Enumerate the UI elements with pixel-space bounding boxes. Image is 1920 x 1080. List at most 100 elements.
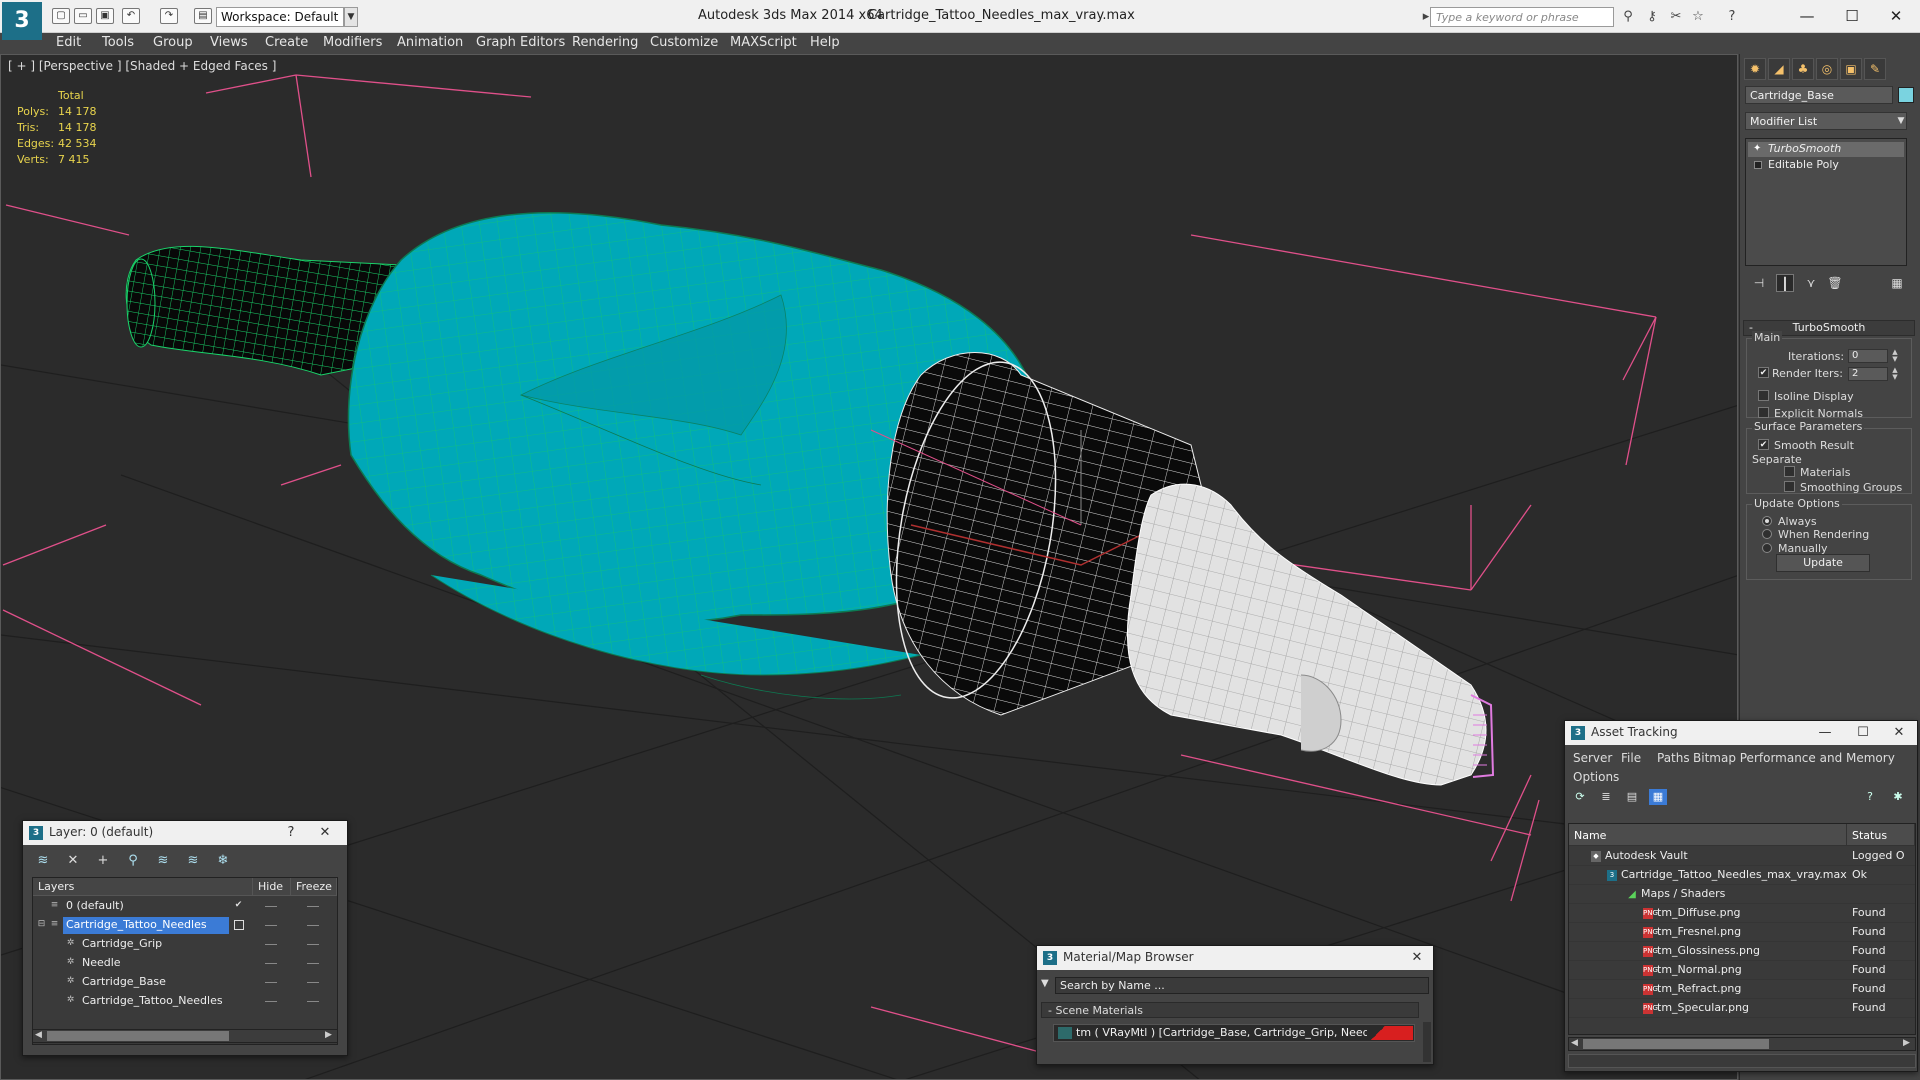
material-item[interactable]: tm ( VRayMtl ) [Cartridge_Base, Cartridg…	[1053, 1024, 1415, 1042]
material-search-input[interactable]: Search by Name ...	[1055, 977, 1429, 994]
make-unique-icon[interactable]: ⋎	[1802, 274, 1820, 292]
minimize-icon[interactable]: —	[1813, 723, 1837, 743]
thumbnail-view-icon[interactable]: ▤	[1623, 789, 1641, 805]
app-logo-icon[interactable]: 3	[2, 2, 42, 40]
hide-toggle[interactable]	[265, 944, 277, 945]
iterations-spinner[interactable]: 0	[1848, 349, 1888, 363]
new-file-icon[interactable]: ▢	[52, 8, 70, 24]
material-browser-titlebar[interactable]: 3 Material/Map Browser ✕	[1037, 946, 1433, 970]
object-color-swatch[interactable]	[1898, 87, 1914, 103]
freeze-toggle[interactable]	[307, 944, 319, 945]
configure-sets-icon[interactable]: ▦	[1888, 274, 1906, 292]
menu-rendering[interactable]: Rendering	[572, 35, 638, 50]
modify-tab-icon[interactable]: ◢	[1768, 58, 1790, 80]
chevron-down-icon[interactable]: ▼	[344, 7, 358, 27]
binoculars-icon[interactable]: ⚲	[1620, 9, 1636, 25]
scroll-right-icon[interactable]: ▶	[1903, 1038, 1910, 1048]
stack-item-editable-poly[interactable]: Editable Poly	[1748, 158, 1904, 173]
scene-materials-group[interactable]: - Scene Materials	[1041, 1002, 1419, 1018]
close-icon[interactable]: ✕	[1874, 4, 1918, 28]
maximize-icon[interactable]: ☐	[1830, 4, 1874, 28]
motion-tab-icon[interactable]: ◎	[1816, 58, 1838, 80]
asset-row[interactable]: PNG tm_Diffuse.png Found	[1569, 904, 1915, 923]
horizontal-scrollbar[interactable]: ◀ ▶	[1568, 1037, 1916, 1051]
menu-customize[interactable]: Customize	[650, 35, 718, 50]
create-tab-icon[interactable]: ✹	[1744, 58, 1766, 80]
current-layer-box[interactable]	[234, 920, 244, 930]
isoline-display-checkbox[interactable]	[1758, 390, 1769, 401]
close-icon[interactable]: ✕	[313, 823, 337, 843]
column-name[interactable]: Name	[1569, 824, 1847, 846]
spinner-arrows-icon[interactable]: ▲ ▼	[1890, 349, 1900, 363]
menu-graph-editors[interactable]: Graph Editors	[476, 35, 565, 50]
highlight-layer-icon[interactable]: ≋	[153, 852, 173, 870]
display-tab-icon[interactable]: ▣	[1840, 58, 1862, 80]
menu-group[interactable]: Group	[153, 35, 193, 50]
menu-tools[interactable]: Tools	[102, 35, 134, 50]
asset-row[interactable]: PNG tm_Refract.png Found	[1569, 980, 1915, 999]
freeze-toggle[interactable]	[307, 906, 319, 907]
redo-icon[interactable]: ↷	[160, 8, 178, 24]
maximize-icon[interactable]: ☐	[1851, 723, 1875, 743]
object-name-field[interactable]: Cartridge_Base	[1745, 86, 1893, 104]
freeze-all-layers-icon[interactable]: ❄	[213, 852, 233, 870]
update-button[interactable]: Update	[1776, 554, 1870, 572]
menu-bitmap-performance[interactable]: Bitmap Performance and Memory	[1693, 751, 1895, 765]
asset-row[interactable]: PNG tm_Specular.png Found	[1569, 999, 1915, 1018]
viewport-label[interactable]: [ + ] [Perspective ] [Shaded + Edged Fac…	[8, 59, 276, 73]
column-status[interactable]: Status	[1847, 824, 1915, 846]
workspace-dropdown[interactable]: Workspace: Default	[216, 7, 344, 27]
hierarchy-tab-icon[interactable]: ♣	[1792, 58, 1814, 80]
asset-row[interactable]: PNG tm_Normal.png Found	[1569, 961, 1915, 980]
hide-toggle[interactable]	[265, 963, 277, 964]
utilities-tab-icon[interactable]: ✎	[1864, 58, 1886, 80]
checkmark-icon[interactable]: ✔	[233, 900, 244, 911]
menu-options[interactable]: Options	[1573, 770, 1619, 784]
asset-row[interactable]: PNG tm_Glossiness.png Found	[1569, 942, 1915, 961]
freeze-toggle[interactable]	[307, 1001, 319, 1002]
menu-create[interactable]: Create	[265, 35, 308, 50]
freeze-toggle[interactable]	[307, 982, 319, 983]
scroll-right-icon[interactable]: ▶	[325, 1030, 332, 1040]
column-freeze[interactable]: Freeze	[291, 878, 337, 896]
menu-server[interactable]: Server	[1573, 751, 1612, 765]
help-search-input[interactable]: Type a keyword or phrase	[1430, 7, 1614, 27]
asset-row[interactable]: ◢ Maps / Shaders	[1569, 885, 1915, 904]
always-radio[interactable]	[1762, 516, 1772, 526]
horizontal-scrollbar[interactable]: ◀ ▶	[32, 1029, 338, 1043]
select-objects-icon[interactable]: ⚲	[123, 852, 143, 870]
subscription-icon[interactable]: ⚷	[1644, 9, 1660, 25]
asset-tracking-titlebar[interactable]: 3 Asset Tracking — ☐ ✕	[1565, 721, 1917, 745]
close-icon[interactable]: ✕	[1887, 723, 1911, 743]
remove-modifier-icon[interactable]: 🗑	[1826, 274, 1844, 292]
refresh-icon[interactable]: ⟳	[1571, 789, 1589, 805]
hide-toggle[interactable]	[265, 925, 277, 926]
delete-layer-icon[interactable]: ✕	[63, 852, 83, 870]
help-icon[interactable]: ?	[1861, 789, 1879, 805]
scroll-left-icon[interactable]: ◀	[1571, 1038, 1578, 1048]
smoothing-groups-checkbox[interactable]	[1784, 481, 1795, 492]
communication-icon[interactable]: ✂	[1668, 9, 1684, 25]
freeze-toggle[interactable]	[307, 963, 319, 964]
undo-icon[interactable]: ↶	[122, 8, 140, 24]
menu-maxscript[interactable]: MAXScript	[730, 35, 797, 50]
layer-window-titlebar[interactable]: 3 Layer: 0 (default) ? ✕	[23, 821, 347, 845]
list-view-icon[interactable]: ≣	[1597, 789, 1615, 805]
create-layer-icon[interactable]: ≋	[33, 852, 53, 870]
layer-row[interactable]: ⊟ ≡ Cartridge_Tattoo_Needles	[33, 916, 337, 935]
show-end-result-icon[interactable]: ┃	[1776, 274, 1794, 292]
vertical-scrollbar[interactable]	[1423, 1022, 1431, 1062]
render-iters-checkbox[interactable]: ✔	[1758, 367, 1769, 378]
expand-icon[interactable]	[1754, 161, 1762, 169]
layer-row[interactable]: ✲ Cartridge_Tattoo_Needles	[33, 992, 337, 1011]
hide-toggle[interactable]	[265, 1001, 277, 1002]
asset-row[interactable]: 3 Cartridge_Tattoo_Needles_max_vray.max …	[1569, 866, 1915, 885]
favorites-icon[interactable]: ☆	[1690, 9, 1706, 25]
layer-row[interactable]: ✲ Cartridge_Base	[33, 973, 337, 992]
freeze-toggle[interactable]	[307, 925, 319, 926]
lightbulb-icon[interactable]: ✦	[1753, 143, 1761, 154]
stack-item-turbosmooth[interactable]: ✦ TurboSmooth	[1748, 142, 1904, 157]
menu-edit[interactable]: Edit	[56, 35, 81, 50]
asset-row[interactable]: PNG tm_Fresnel.png Found	[1569, 923, 1915, 942]
collapse-icon[interactable]: ⊟	[36, 919, 47, 930]
